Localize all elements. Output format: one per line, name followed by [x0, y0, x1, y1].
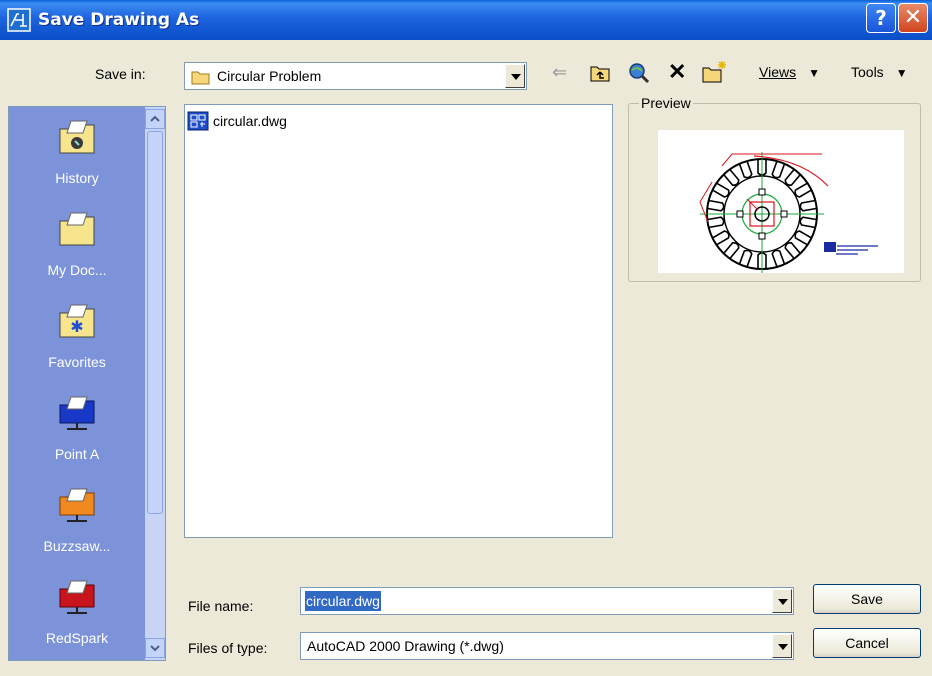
place-label: History: [55, 170, 99, 186]
help-button[interactable]: ?: [866, 3, 896, 33]
place-history[interactable]: History: [9, 113, 145, 203]
file-type-dropdown-button[interactable]: [772, 634, 792, 658]
search-web-icon[interactable]: [628, 62, 650, 84]
up-one-level-icon[interactable]: [590, 64, 610, 82]
redspark-folder-icon: [59, 580, 95, 614]
favorites-folder-icon: ✱: [59, 304, 95, 338]
place-label: Favorites: [48, 354, 106, 370]
chevron-down-icon: [150, 645, 160, 652]
window-title: Save Drawing As: [38, 10, 200, 30]
save-drawing-dialog: Save Drawing As ? ✕ Save in: Circular Pr…: [0, 0, 932, 676]
file-list[interactable]: circular.dwg: [184, 104, 613, 538]
preview-title: Preview: [639, 95, 693, 111]
my-documents-folder-icon: [59, 212, 95, 246]
scroll-thumb[interactable]: [147, 131, 163, 514]
places-bar: History My Doc... ✱ Favorites Point A Bu…: [8, 106, 166, 661]
preview-image: [658, 130, 904, 276]
place-label: Buzzsaw...: [43, 538, 111, 554]
place-label: My Doc...: [47, 262, 107, 278]
place-redspark[interactable]: RedSpark: [9, 573, 145, 660]
drawing-preview: [699, 152, 878, 276]
tools-label: Tools: [851, 64, 884, 80]
history-folder-icon: [59, 120, 95, 154]
place-point-a[interactable]: Point A: [9, 389, 145, 479]
place-favorites[interactable]: ✱ Favorites: [9, 297, 145, 387]
cancel-button[interactable]: Cancel: [813, 628, 921, 658]
title-bar[interactable]: Save Drawing As ? ✕: [0, 0, 932, 40]
scroll-up-button[interactable]: [145, 109, 165, 129]
save-in-dropdown[interactable]: Circular Problem: [184, 62, 527, 90]
save-in-dropdown-button[interactable]: [505, 64, 525, 88]
file-name-value[interactable]: circular.dwg: [305, 591, 381, 611]
close-button[interactable]: ✕: [898, 3, 928, 33]
file-type-value: AutoCAD 2000 Drawing (*.dwg): [307, 638, 504, 654]
save-in-value: Circular Problem: [217, 68, 322, 84]
autocad-app-icon: [7, 8, 31, 32]
tools-menu[interactable]: Tools ▼: [851, 60, 908, 84]
cancel-button-label: Cancel: [845, 635, 889, 651]
place-label: Point A: [54, 446, 100, 462]
file-type-dropdown[interactable]: AutoCAD 2000 Drawing (*.dwg): [300, 632, 794, 660]
file-name-label: File name:: [188, 598, 254, 614]
chevron-up-icon: [150, 115, 160, 122]
scroll-down-button[interactable]: [145, 638, 165, 658]
file-type-label: Files of type:: [188, 640, 268, 656]
create-new-folder-icon[interactable]: [702, 60, 728, 84]
views-label: Views: [759, 64, 797, 80]
save-button[interactable]: Save: [813, 584, 921, 614]
dwg-file-icon: [187, 111, 209, 131]
place-buzzsaw[interactable]: Buzzsaw...: [9, 481, 145, 571]
save-in-label: Save in:: [95, 66, 146, 82]
places-scrollbar[interactable]: [145, 107, 165, 660]
save-button-label: Save: [851, 591, 883, 607]
buzzsaw-folder-icon: [59, 488, 95, 522]
folder-icon: [191, 71, 210, 85]
place-label: RedSpark: [45, 630, 109, 646]
svg-text:✱: ✱: [70, 317, 83, 336]
file-name: circular.dwg: [213, 113, 287, 129]
title-block-mark: [824, 242, 878, 255]
views-menu[interactable]: Views ▼: [759, 60, 820, 84]
back-arrow-icon[interactable]: ⇐: [552, 60, 567, 84]
file-name-dropdown-button[interactable]: [772, 589, 792, 613]
preview-group: Preview: [628, 95, 921, 282]
delete-icon[interactable]: ✕: [668, 60, 686, 84]
place-my-documents[interactable]: My Doc...: [9, 205, 145, 295]
network-folder-icon: [59, 396, 95, 430]
file-name-input[interactable]: circular.dwg: [300, 587, 794, 615]
